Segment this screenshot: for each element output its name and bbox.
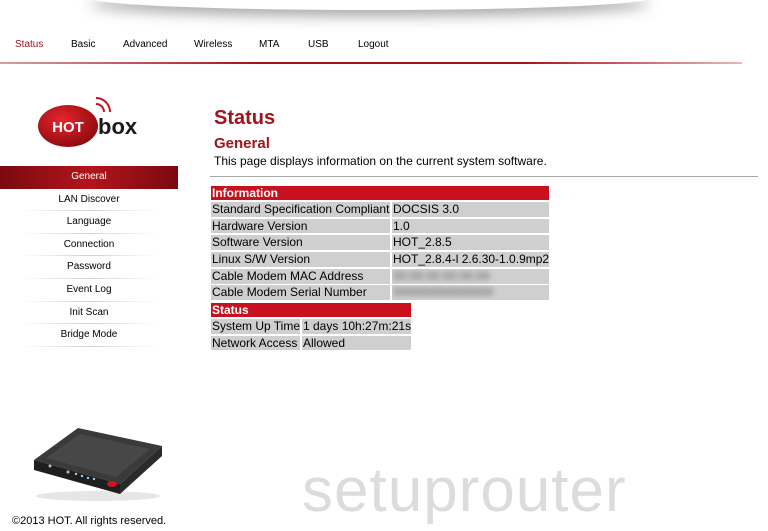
logo-box-text: box [98, 114, 138, 139]
row-label: Standard Specification Compliant [211, 202, 390, 217]
nav-divider [0, 62, 742, 64]
status-header: Status [211, 303, 411, 317]
sidebar-item-init-scan[interactable]: Init Scan [0, 302, 178, 325]
wifi-icon [95, 103, 105, 113]
serial-number-value: 000000000000000 [393, 285, 494, 300]
row-label: Software Version [211, 235, 390, 251]
nav-logout[interactable]: Logout [358, 39, 389, 50]
table-row: Network Access Allowed [211, 335, 411, 351]
sidebar-item-language[interactable]: Language [0, 211, 178, 234]
row-value: 000000000000000 [392, 285, 549, 301]
row-label: Linux S/W Version [211, 252, 390, 267]
row-label: Network Access [211, 335, 300, 351]
table-row: Cable Modem MAC Address 00:00:00:00:00:0… [211, 268, 549, 284]
table-row: Standard Specification Compliant DOCSIS … [211, 202, 549, 217]
nav-basic[interactable]: Basic [71, 39, 95, 50]
watermark: setuprouter [302, 456, 627, 525]
hotbox-logo: HOT box [38, 97, 138, 147]
nav-advanced[interactable]: Advanced [123, 39, 167, 50]
row-value: DOCSIS 3.0 [392, 202, 549, 217]
page-subtitle: General [214, 135, 270, 152]
page-title: Status [214, 107, 276, 129]
sidebar-item-lan-discover[interactable]: LAN Discover [0, 189, 178, 212]
sidebar-item-password[interactable]: Password [0, 256, 178, 279]
table-row: Software Version HOT_2.8.5 [211, 235, 549, 251]
nav-status[interactable]: Status [15, 39, 43, 50]
row-label: Cable Modem Serial Number [211, 285, 390, 301]
row-value: HOT_2.8.5 [392, 235, 549, 251]
table-row: Hardware Version 1.0 [211, 218, 549, 234]
copyright: ©2013 HOT. All rights reserved. [12, 515, 167, 527]
page-description: This page displays information on the cu… [214, 154, 547, 168]
nav-usb[interactable]: USB [308, 39, 329, 50]
sidebar-item-event-log[interactable]: Event Log [0, 279, 178, 302]
logo-hot-text: HOT [52, 119, 84, 136]
content-divider [210, 176, 758, 177]
sidebar: General LAN Discover Language Connection… [0, 166, 178, 347]
top-decoration [90, 0, 650, 10]
information-table: Information Standard Specification Compl… [211, 186, 549, 302]
modem-image [34, 428, 162, 501]
table-row: Cable Modem Serial Number 00000000000000… [211, 285, 549, 301]
mac-address-value: 00:00:00:00:00:00 [393, 268, 490, 283]
status-table: Status System Up Time 1 days 10h:27m:21s… [211, 303, 411, 352]
table-row: Linux S/W Version HOT_2.8.4-l 2.6.30-1.0… [211, 252, 549, 267]
row-label: System Up Time [211, 319, 300, 334]
row-label: Cable Modem MAC Address [211, 268, 390, 284]
nav-wireless[interactable]: Wireless [194, 39, 232, 50]
sidebar-item-general[interactable]: General [0, 166, 178, 189]
sidebar-item-connection[interactable]: Connection [0, 234, 178, 257]
row-value: 00:00:00:00:00:00 [392, 268, 549, 284]
sidebar-item-bridge-mode[interactable]: Bridge Mode [0, 324, 178, 347]
row-value: HOT_2.8.4-l 2.6.30-1.0.9mp2 [392, 252, 549, 267]
information-header: Information [211, 186, 549, 200]
table-row: System Up Time 1 days 10h:27m:21s [211, 319, 411, 334]
row-value: Allowed [302, 335, 411, 351]
row-label: Hardware Version [211, 218, 390, 234]
row-value: 1 days 10h:27m:21s [302, 319, 411, 334]
row-value: 1.0 [392, 218, 549, 234]
nav-mta[interactable]: MTA [259, 39, 279, 50]
